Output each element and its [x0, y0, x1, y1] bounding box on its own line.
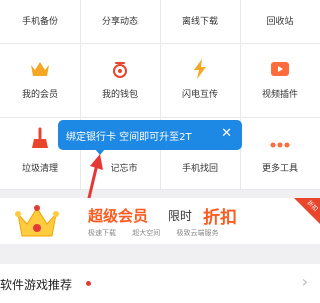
crown-icon: [31, 62, 49, 76]
crown-icon: [15, 205, 59, 237]
grid-item-label: 回收站: [266, 17, 294, 27]
grid-item-label: 手机找回: [181, 164, 218, 174]
banner-title: 超级会员: [88, 207, 149, 225]
tools-grid: 手机备份 分享动态 离线下载 回收站 我的会员 我的钱包 闪电互传 视频插件 垃…: [0, 0, 320, 190]
grid-item-video-plugin[interactable]: 视频插件: [240, 43, 320, 117]
close-icon[interactable]: ✕: [221, 126, 232, 142]
grid-item-share[interactable]: 分享动态: [80, 0, 160, 43]
bind-card-tooltip[interactable]: 绑定银行卡 空间即可升至2T ✕: [58, 120, 242, 150]
grid-item-label: 闪电互传: [181, 90, 218, 100]
more-dots-icon: [270, 142, 290, 148]
grid-item-label: 手机备份: [21, 17, 58, 27]
super-vip-banner[interactable]: 超级会员 限时 折扣 极速下载 超大空间 极致云端服务 折扣: [0, 198, 320, 244]
grid-item-recycle-bin[interactable]: 回收站: [240, 0, 320, 43]
grid-item-label: 离线下载: [181, 17, 218, 27]
grid-item-wallet[interactable]: 我的钱包: [80, 43, 160, 117]
grid-item-label: 分享动态: [101, 17, 138, 27]
video-play-icon: [271, 62, 289, 76]
grid-item-membership[interactable]: 我的会员: [0, 43, 80, 117]
banner-features: 极速下载 超大空间 极致云端服务: [88, 228, 232, 238]
section-title: 软件游戏推荐: [0, 278, 73, 292]
chevron-right-icon: ›: [301, 272, 308, 291]
grid-item-label: 更多工具: [261, 164, 298, 174]
software-games-section[interactable]: 软件游戏推荐 ›: [0, 264, 320, 303]
feature-item: 极速下载: [88, 229, 116, 237]
banner-discount-label: 折扣: [203, 208, 237, 228]
app-screen: 手机备份 分享动态 离线下载 回收站 我的会员 我的钱包 闪电互传 视频插件 垃…: [0, 0, 320, 303]
tooltip-text: 绑定银行卡 空间即可升至2T: [66, 132, 192, 143]
grid-item-backup[interactable]: 手机备份: [0, 0, 80, 43]
feature-item: 超大空间: [132, 229, 161, 237]
broom-icon: [32, 127, 48, 148]
grid-item-more-tools[interactable]: 更多工具: [240, 117, 320, 189]
notification-dot: [86, 281, 91, 286]
grid-item-offline-download[interactable]: 离线下载: [160, 0, 240, 43]
wallet-icon: [113, 62, 127, 78]
grid-item-label: 垃圾清理: [21, 164, 58, 174]
grid-item-flash-transfer[interactable]: 闪电互传: [160, 43, 240, 117]
grid-item-label: 我的会员: [21, 90, 58, 100]
feature-item: 极致云端服务: [176, 229, 219, 237]
grid-item-label: 视频插件: [261, 90, 298, 100]
grid-item-label: 我的钱包: [101, 90, 138, 100]
lightning-icon: [194, 59, 206, 79]
banner-limited-label: 限时: [168, 209, 193, 223]
